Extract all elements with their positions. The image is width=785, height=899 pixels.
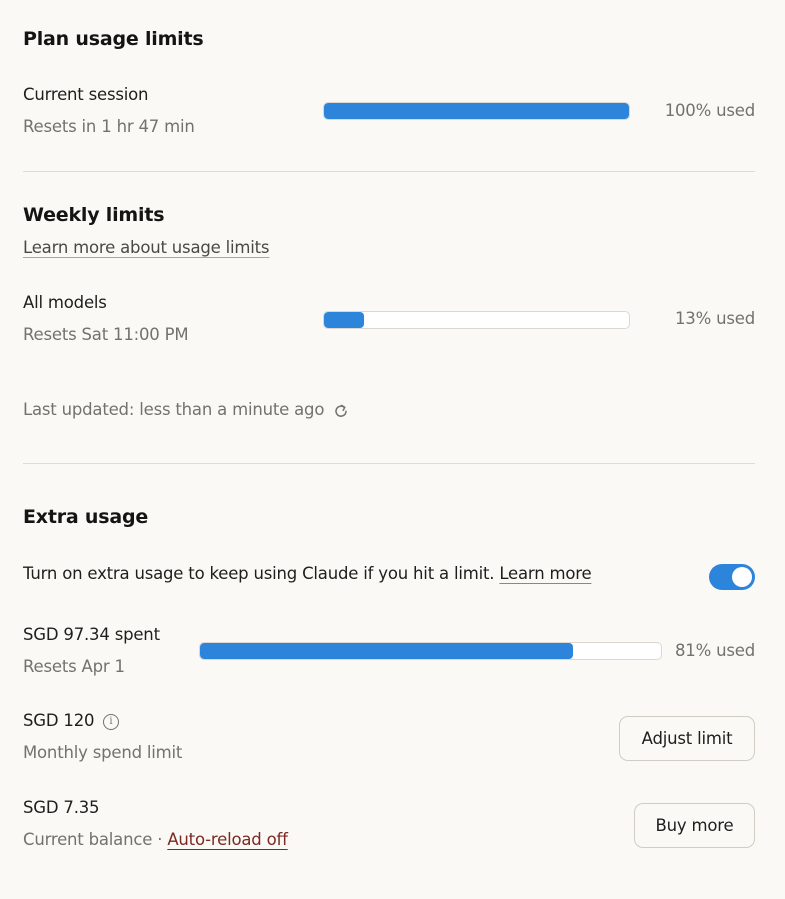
extra-usage-progress-fill [200, 643, 574, 659]
divider [23, 171, 755, 172]
learn-more-usage-limits-link[interactable]: Learn more about usage limits [23, 238, 270, 257]
spent-label: SGD 97.34 spent [23, 625, 160, 644]
divider [23, 463, 755, 464]
plan-usage-title: Plan usage limits [23, 28, 204, 50]
last-updated-text: Last updated: less than a minute ago [23, 400, 325, 419]
extra-usage-title: Extra usage [23, 506, 149, 528]
all-models-used: 13% used [675, 309, 755, 328]
weekly-limits-title: Weekly limits [23, 204, 165, 226]
all-models-label: All models [23, 293, 107, 312]
spend-limit-amount: SGD 120 [23, 711, 95, 730]
extra-usage-description: Turn on extra usage to keep using Claude… [23, 564, 592, 583]
extra-usage-progress-bar [199, 642, 662, 660]
all-models-resets: Resets Sat 11:00 PM [23, 325, 189, 344]
balance-row: Current balance · Auto-reload off [23, 830, 288, 849]
current-balance-label: Current balance [23, 830, 153, 849]
all-models-progress-fill [324, 312, 364, 328]
extra-usage-description-text: Turn on extra usage to keep using Claude… [23, 564, 495, 583]
all-models-progress-bar [323, 311, 630, 329]
current-session-used: 100% used [664, 101, 755, 120]
auto-reload-link[interactable]: Auto-reload off [167, 830, 288, 849]
spent-resets: Resets Apr 1 [23, 657, 125, 676]
info-icon[interactable]: i [103, 714, 119, 730]
current-session-resets: Resets in 1 hr 47 min [23, 117, 195, 136]
extra-usage-learn-more-link[interactable]: Learn more [499, 564, 591, 583]
current-session-progress-bar [323, 102, 630, 120]
current-session-progress-fill [324, 103, 629, 119]
buy-more-button[interactable]: Buy more [634, 803, 755, 848]
adjust-limit-button[interactable]: Adjust limit [619, 716, 755, 761]
balance-amount: SGD 7.35 [23, 798, 100, 817]
extra-usage-toggle[interactable] [709, 564, 755, 590]
current-session-label: Current session [23, 85, 149, 104]
toggle-knob [732, 567, 752, 587]
extra-usage-used: 81% used [675, 641, 755, 660]
monthly-spend-limit-label: Monthly spend limit [23, 743, 183, 762]
refresh-icon[interactable] [332, 402, 350, 420]
separator: · [157, 830, 163, 849]
